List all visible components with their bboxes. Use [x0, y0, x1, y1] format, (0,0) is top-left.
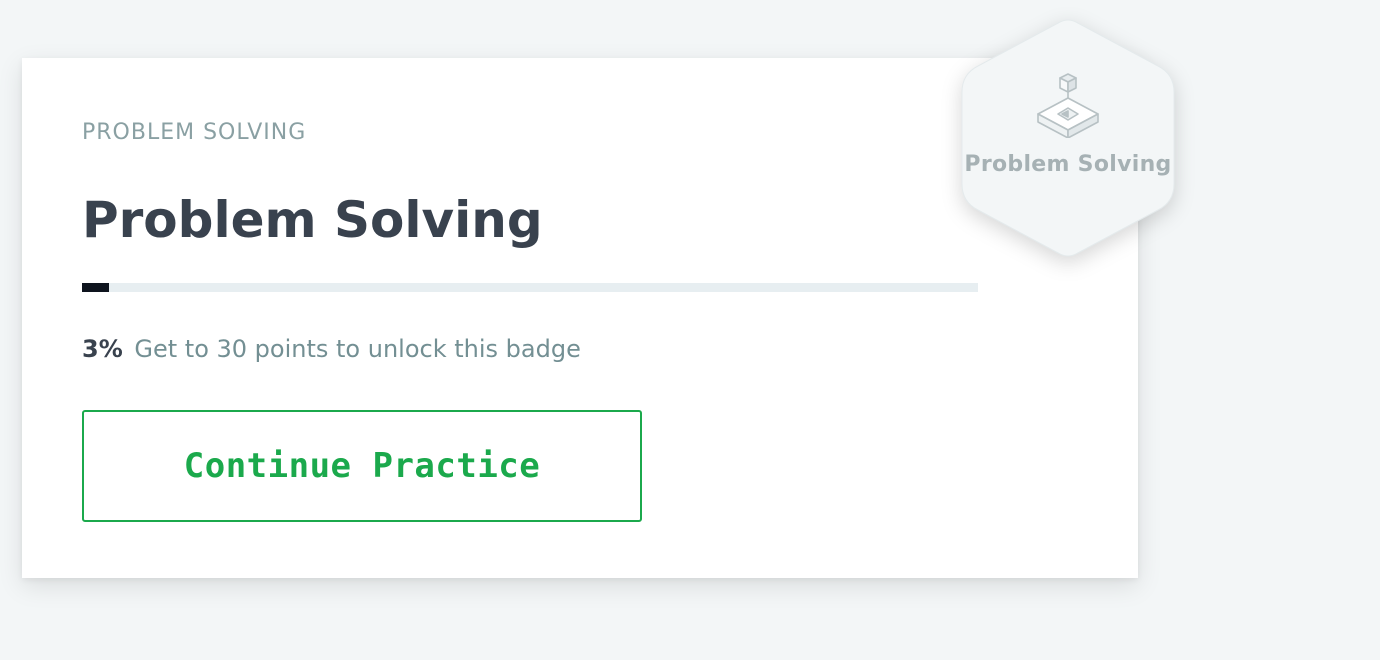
badge-hexagon	[961, 19, 1175, 257]
continue-practice-button[interactable]: Continue Practice	[82, 410, 642, 522]
blocks-icon	[1037, 73, 1099, 138]
category-label: PROBLEM SOLVING	[82, 120, 307, 145]
progress-bar	[82, 283, 978, 292]
badge-label: Problem Solving	[964, 152, 1172, 177]
progress-status: 3% Get to 30 points to unlock this badge	[82, 335, 581, 363]
progress-fill	[82, 283, 109, 292]
progress-message: Get to 30 points to unlock this badge	[134, 335, 581, 363]
card-title: Problem Solving	[82, 191, 543, 249]
progress-percent: 3%	[82, 335, 123, 363]
badge: Problem Solving	[950, 14, 1186, 262]
